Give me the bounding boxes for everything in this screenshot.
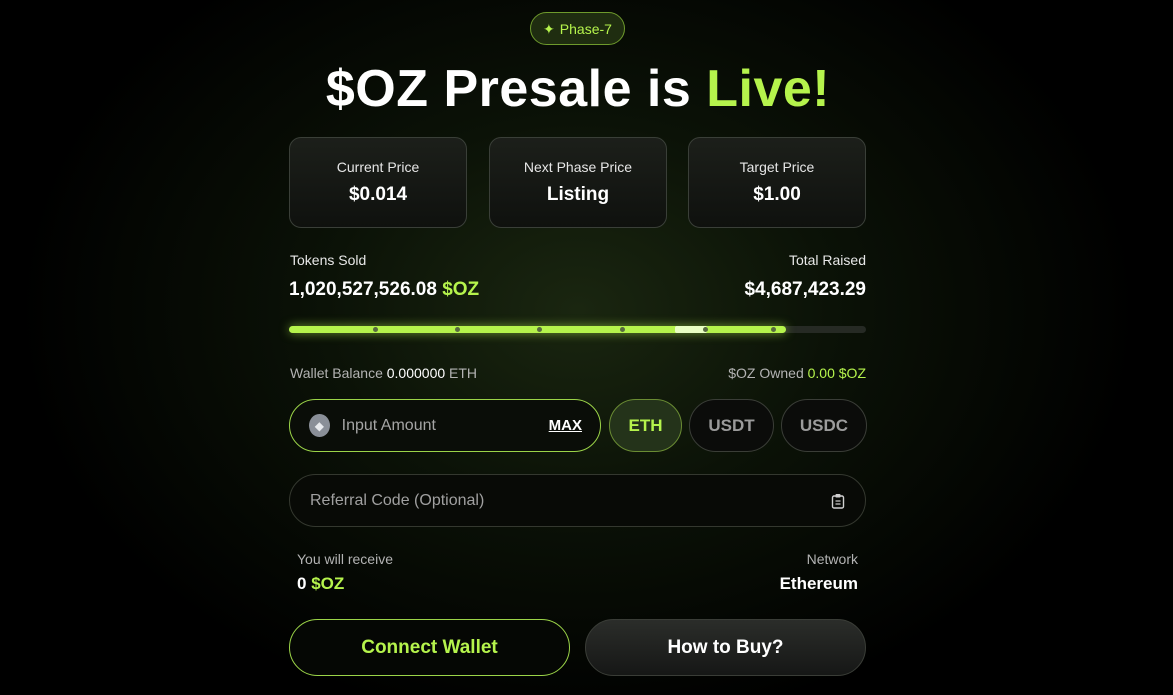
progress-dot bbox=[771, 327, 776, 332]
target-price-card: Target Price $1.00 bbox=[688, 137, 866, 228]
presale-progress-bar bbox=[289, 326, 866, 333]
total-raised-value: $4,687,423.29 bbox=[744, 279, 866, 300]
target-price-value: $1.00 bbox=[753, 184, 801, 205]
progress-dot bbox=[373, 327, 378, 332]
total-raised-label: Total Raised bbox=[788, 252, 866, 268]
wallet-balance-label: Wallet Balance bbox=[290, 365, 383, 381]
network-label: Network bbox=[806, 551, 858, 567]
target-price-label: Target Price bbox=[739, 159, 815, 175]
current-price-label: Current Price bbox=[336, 159, 420, 175]
tokens-sold-amount: 1,020,527,526.08 bbox=[289, 279, 437, 300]
amount-input[interactable] bbox=[341, 416, 549, 435]
sparkle-icon: ✦ bbox=[543, 20, 555, 37]
page-title: $OZ Presale is Live! bbox=[0, 58, 1156, 120]
current-price-card: Current Price $0.014 bbox=[289, 137, 467, 228]
receive-unit: $OZ bbox=[311, 574, 345, 593]
tokens-sold-label: Tokens Sold bbox=[290, 252, 367, 268]
phase-label: Phase-7 bbox=[559, 20, 612, 37]
next-phase-price-value: Listing bbox=[546, 184, 610, 205]
oz-owned-value: 0.00 $OZ bbox=[807, 365, 866, 381]
max-button[interactable]: MAX bbox=[549, 417, 582, 434]
next-phase-price-card: Next Phase Price Listing bbox=[489, 137, 667, 228]
title-accent: Live! bbox=[706, 60, 831, 118]
oz-owned: $OZ Owned 0.00 $OZ bbox=[728, 365, 866, 381]
receive-amount: 0 bbox=[297, 574, 307, 593]
receive-label: You will receive bbox=[297, 551, 393, 567]
tokens-sold-unit: $OZ bbox=[442, 279, 480, 300]
progress-dot bbox=[620, 327, 625, 332]
currency-usdt-button[interactable]: USDT bbox=[689, 399, 774, 452]
how-to-buy-button[interactable]: How to Buy? bbox=[585, 619, 866, 676]
progress-dot bbox=[703, 327, 708, 332]
progress-dot bbox=[537, 327, 542, 332]
clipboard-icon[interactable] bbox=[831, 493, 845, 509]
amount-field[interactable]: ◆ MAX bbox=[289, 399, 601, 452]
progress-dot bbox=[455, 327, 460, 332]
currency-usdc-button[interactable]: USDC bbox=[781, 399, 867, 452]
referral-field[interactable] bbox=[289, 474, 866, 527]
network-value: Ethereum bbox=[779, 574, 858, 593]
wallet-balance-value: 0.000000 bbox=[386, 365, 446, 381]
tokens-sold-value: 1,020,527,526.08 $OZ bbox=[289, 279, 479, 301]
ethereum-icon: ◆ bbox=[309, 414, 330, 437]
next-phase-price-label: Next Phase Price bbox=[523, 159, 633, 175]
currency-eth-button[interactable]: ETH bbox=[609, 399, 682, 452]
receive-value: 0 $OZ bbox=[297, 574, 344, 594]
title-prefix: $OZ Presale is bbox=[325, 60, 707, 118]
phase-badge: ✦ Phase-7 bbox=[530, 12, 625, 45]
oz-owned-label: $OZ Owned bbox=[728, 365, 804, 381]
wallet-balance: Wallet Balance 0.000000 ETH bbox=[290, 365, 477, 381]
referral-code-input[interactable] bbox=[310, 491, 831, 510]
current-price-value: $0.014 bbox=[348, 184, 408, 205]
wallet-balance-unit: ETH bbox=[449, 365, 478, 381]
connect-wallet-button[interactable]: Connect Wallet bbox=[289, 619, 570, 676]
